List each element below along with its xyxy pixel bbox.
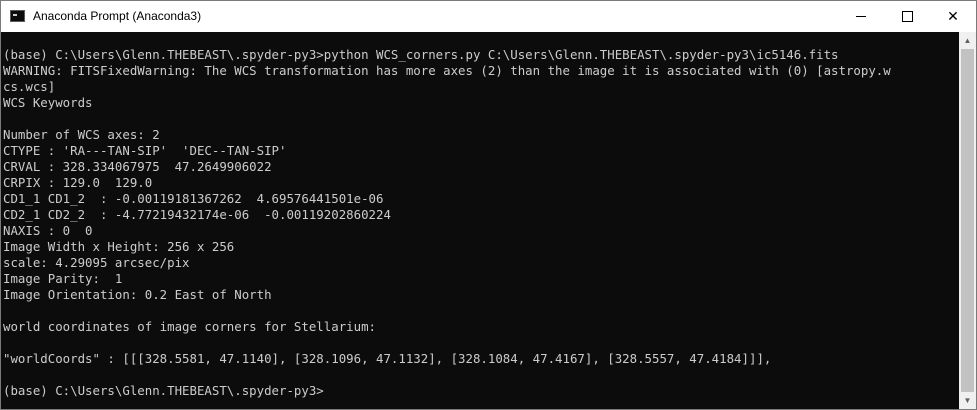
minimize-button[interactable] xyxy=(838,1,884,32)
console-line: Number of WCS axes: 2 xyxy=(3,127,160,142)
console-line: (base) C:\Users\Glenn.THEBEAST\.spyder-p… xyxy=(3,383,324,398)
console-line: cs.wcs] xyxy=(3,79,56,94)
console-output[interactable]: (base) C:\Users\Glenn.THEBEAST\.spyder-p… xyxy=(1,32,959,409)
console-line: CRPIX : 129.0 129.0 xyxy=(3,175,153,190)
console-line: NAXIS : 0 0 xyxy=(3,223,93,238)
console-line: Image Orientation: 0.2 East of North xyxy=(3,287,272,302)
console-line: world coordinates of image corners for S… xyxy=(3,319,376,334)
close-button[interactable]: ✕ xyxy=(930,1,976,32)
console-app-icon xyxy=(10,10,25,22)
console-line: scale: 4.29095 arcsec/pix xyxy=(3,255,190,270)
minimize-icon xyxy=(856,16,866,17)
vertical-scrollbar[interactable]: ▲ ▼ xyxy=(959,32,976,409)
console-line: CD2_1 CD2_2 : -4.77219432174e-06 -0.0011… xyxy=(3,207,391,222)
console-line: WCS Keywords xyxy=(3,95,93,110)
terminal-window: Anaconda Prompt (Anaconda3) ✕ (base) C:\… xyxy=(0,0,977,410)
console-line: WARNING: FITSFixedWarning: The WCS trans… xyxy=(3,63,891,78)
close-icon: ✕ xyxy=(947,8,959,25)
console-line: (base) C:\Users\Glenn.THEBEAST\.spyder-p… xyxy=(3,47,839,62)
scrollbar-thumb[interactable] xyxy=(961,49,974,392)
window-title: Anaconda Prompt (Anaconda3) xyxy=(33,9,202,23)
console-lines: (base) C:\Users\Glenn.THEBEAST\.spyder-p… xyxy=(3,47,891,399)
console-line: "worldCoords" : [[[328.5581, 47.1140], [… xyxy=(3,351,772,366)
title-bar[interactable]: Anaconda Prompt (Anaconda3) ✕ xyxy=(1,1,976,32)
scroll-down-arrow-icon[interactable]: ▼ xyxy=(959,392,976,409)
console-line: CD1_1 CD1_2 : -0.00119181367262 4.695764… xyxy=(3,191,384,206)
scroll-up-arrow-icon[interactable]: ▲ xyxy=(959,32,976,49)
console-line: Image Parity: 1 xyxy=(3,271,123,286)
console-line: CRVAL : 328.334067975 47.2649906022 xyxy=(3,159,272,174)
maximize-button[interactable] xyxy=(884,1,930,32)
console-line: Image Width x Height: 256 x 256 xyxy=(3,239,235,254)
maximize-icon xyxy=(901,11,913,22)
console-line: CTYPE : 'RA---TAN-SIP' 'DEC--TAN-SIP' xyxy=(3,143,287,158)
